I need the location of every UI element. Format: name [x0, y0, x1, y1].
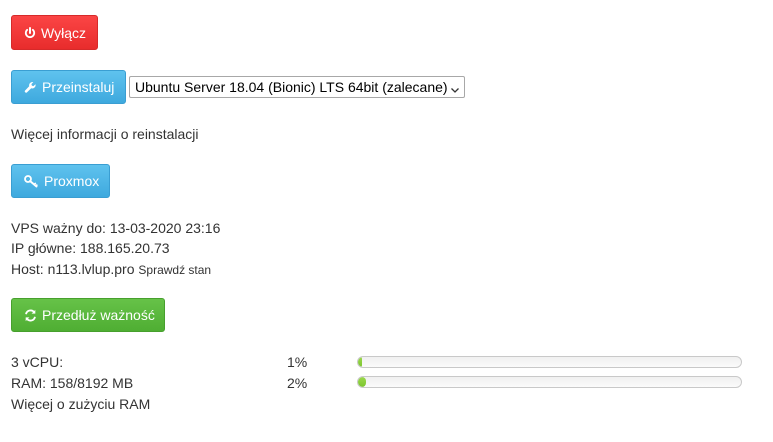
proxmox-button[interactable]: Proxmox: [11, 164, 110, 198]
reinstall-label: Przeinstaluj: [42, 79, 115, 95]
ram-percent: 2%: [287, 375, 308, 391]
shutdown-button[interactable]: Wyłącz: [11, 15, 98, 50]
extend-button[interactable]: Przedłuż ważność: [11, 298, 165, 332]
key-icon: [24, 174, 39, 188]
host-label: Host:: [11, 261, 44, 277]
extend-label: Przedłuż ważność: [42, 307, 155, 323]
ip-label: IP główne:: [11, 240, 77, 256]
ram-label: RAM: 158/8192 MB: [11, 375, 134, 391]
check-status-link[interactable]: Sprawdź stan: [138, 263, 211, 277]
chevron-down-icon: [450, 82, 460, 98]
os-select-value: Ubuntu Server 18.04 (Bionic) LTS 64bit (…: [135, 79, 448, 95]
reinstall-button[interactable]: Przeinstaluj: [11, 70, 126, 104]
ram-progress-bar: [357, 376, 742, 388]
cpu-progress-bar: [357, 356, 742, 368]
host-value: n113.lvlup.pro: [47, 261, 135, 277]
cpu-progress-fill: [358, 357, 362, 367]
proxmox-label: Proxmox: [44, 173, 100, 189]
valid-until-value: 13-03-2020 23:16: [109, 220, 221, 236]
refresh-icon: [24, 309, 37, 322]
ram-progress-fill: [358, 377, 366, 387]
vps-ip-line: IP główne: 188.165.20.73: [11, 240, 170, 256]
wrench-icon: [24, 81, 37, 94]
valid-until-label: VPS ważny do:: [11, 220, 106, 236]
vps-host-line: Host: n113.lvlup.pro Sprawdź stan: [11, 261, 211, 277]
cpu-label: 3 vCPU:: [11, 354, 64, 370]
reinstall-info-link[interactable]: Więcej informacji o reinstalacji: [11, 126, 199, 142]
vps-valid-line: VPS ważny do: 13-03-2020 23:16: [11, 220, 220, 236]
power-icon: [24, 26, 36, 39]
ram-usage-link[interactable]: Więcej o zużyciu RAM: [11, 396, 150, 412]
os-select[interactable]: Ubuntu Server 18.04 (Bionic) LTS 64bit (…: [129, 76, 465, 98]
ip-value: 188.165.20.73: [80, 240, 170, 256]
shutdown-label: Wyłącz: [41, 24, 86, 41]
cpu-percent: 1%: [287, 354, 308, 370]
